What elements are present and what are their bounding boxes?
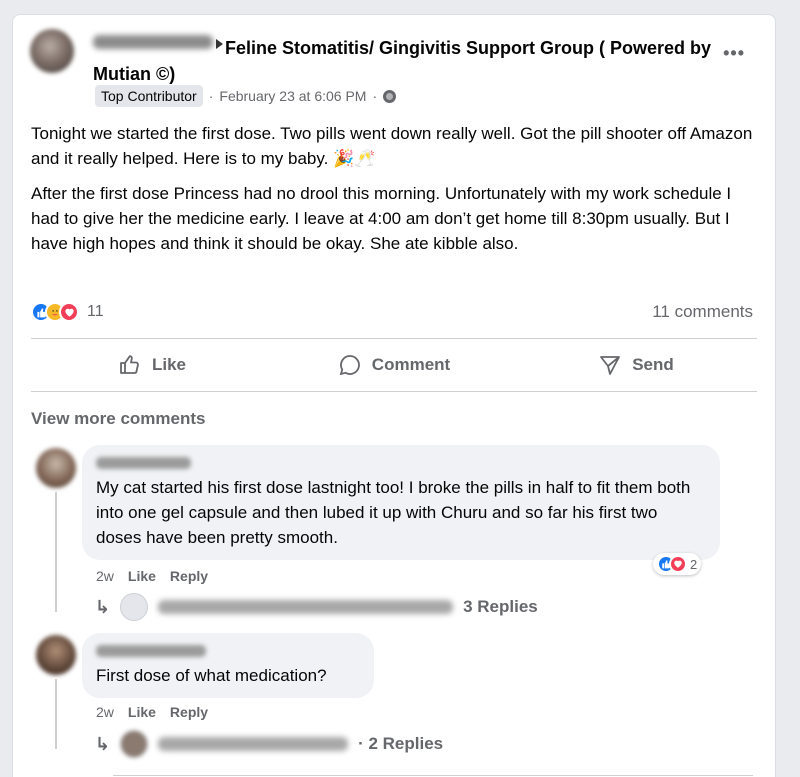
comment-label: Comment bbox=[371, 355, 451, 374]
send-button[interactable]: Send bbox=[515, 339, 757, 391]
replies-count[interactable]: · 2 Replies bbox=[358, 734, 443, 754]
comment-meta: 2w Like Reply bbox=[96, 568, 208, 584]
thumbs-up-icon bbox=[120, 355, 139, 374]
group-name-link[interactable]: Feline Stomatitis/ Gingivitis Support Gr… bbox=[93, 35, 713, 87]
post-card: Feline Stomatitis/ Gingivitis Support Gr… bbox=[12, 14, 776, 777]
like-label: Like bbox=[151, 355, 187, 374]
post-body: Tonight we started the first dose. Two p… bbox=[31, 121, 761, 266]
replier-avatar bbox=[120, 730, 149, 758]
commenter-name-redacted[interactable] bbox=[96, 645, 206, 657]
post-paragraph: Tonight we started the first dose. Two p… bbox=[31, 124, 753, 168]
post-meta: Top Contributor · February 23 at 6:06 PM… bbox=[95, 85, 397, 107]
love-reaction-icon bbox=[669, 555, 687, 573]
reaction-summary[interactable]: 11 bbox=[31, 302, 104, 322]
comment-reactions[interactable]: 2 bbox=[653, 553, 702, 575]
globe-icon bbox=[383, 89, 397, 103]
comment-reply-button[interactable]: Reply bbox=[170, 704, 208, 720]
send-label: Send bbox=[632, 355, 674, 374]
post-timestamp[interactable]: February 23 at 6:06 PM bbox=[219, 88, 366, 104]
view-more-comments-link[interactable]: View more comments bbox=[31, 409, 205, 429]
comment-like-button[interactable]: Like bbox=[128, 568, 156, 584]
comment-button[interactable]: Comment bbox=[273, 339, 515, 391]
thread-line bbox=[55, 679, 57, 749]
comment-reaction-count: 2 bbox=[690, 556, 698, 572]
replier-names-redacted bbox=[158, 737, 349, 751]
view-replies-row[interactable]: ↳ 3 Replies bbox=[95, 593, 538, 621]
comment-text: My cat started his first dose lastnight … bbox=[96, 478, 691, 547]
replier-names-redacted bbox=[158, 600, 454, 614]
meta-separator: · bbox=[372, 88, 378, 104]
reaction-count[interactable]: 11 bbox=[87, 303, 104, 321]
comment-time[interactable]: 2w bbox=[96, 704, 114, 720]
commenter-name-redacted[interactable] bbox=[96, 457, 191, 469]
comment-bubble: First dose of what medication? bbox=[82, 633, 374, 698]
top-contributor-badge[interactable]: Top Contributor bbox=[95, 85, 203, 107]
meta-separator: · bbox=[208, 88, 214, 104]
thread-line bbox=[55, 492, 57, 612]
comment-bubble: My cat started his first dose lastnight … bbox=[82, 445, 720, 560]
reply-arrow-icon: ↳ bbox=[95, 596, 111, 617]
divider bbox=[31, 391, 757, 392]
post-paragraph: After the first dose Princess had no dro… bbox=[31, 184, 732, 253]
comment-meta: 2w Like Reply bbox=[96, 704, 208, 720]
comment-reply-button[interactable]: Reply bbox=[170, 568, 208, 584]
comment-time[interactable]: 2w bbox=[96, 568, 114, 584]
commenter-avatar[interactable] bbox=[36, 635, 76, 675]
comment-text: First dose of what medication? bbox=[96, 666, 327, 685]
love-reaction-icon bbox=[59, 302, 79, 322]
comments-count-link[interactable]: 11 comments bbox=[652, 302, 753, 322]
view-replies-row[interactable]: ↳ · 2 Replies bbox=[95, 730, 443, 758]
comment-like-button[interactable]: Like bbox=[128, 704, 156, 720]
reply-arrow-icon: ↳ bbox=[95, 733, 111, 754]
comment-bubble-icon bbox=[339, 355, 360, 376]
post-action-bar: Like Comment Send bbox=[31, 339, 757, 391]
replies-count[interactable]: 3 Replies bbox=[463, 597, 538, 617]
send-icon bbox=[600, 356, 621, 375]
divider bbox=[113, 775, 753, 776]
commenter-avatar[interactable] bbox=[36, 448, 76, 488]
like-button[interactable]: Like bbox=[31, 339, 273, 391]
poster-avatar[interactable] bbox=[30, 29, 74, 73]
more-options-button[interactable]: ••• bbox=[723, 43, 745, 64]
replier-avatar bbox=[120, 593, 149, 621]
